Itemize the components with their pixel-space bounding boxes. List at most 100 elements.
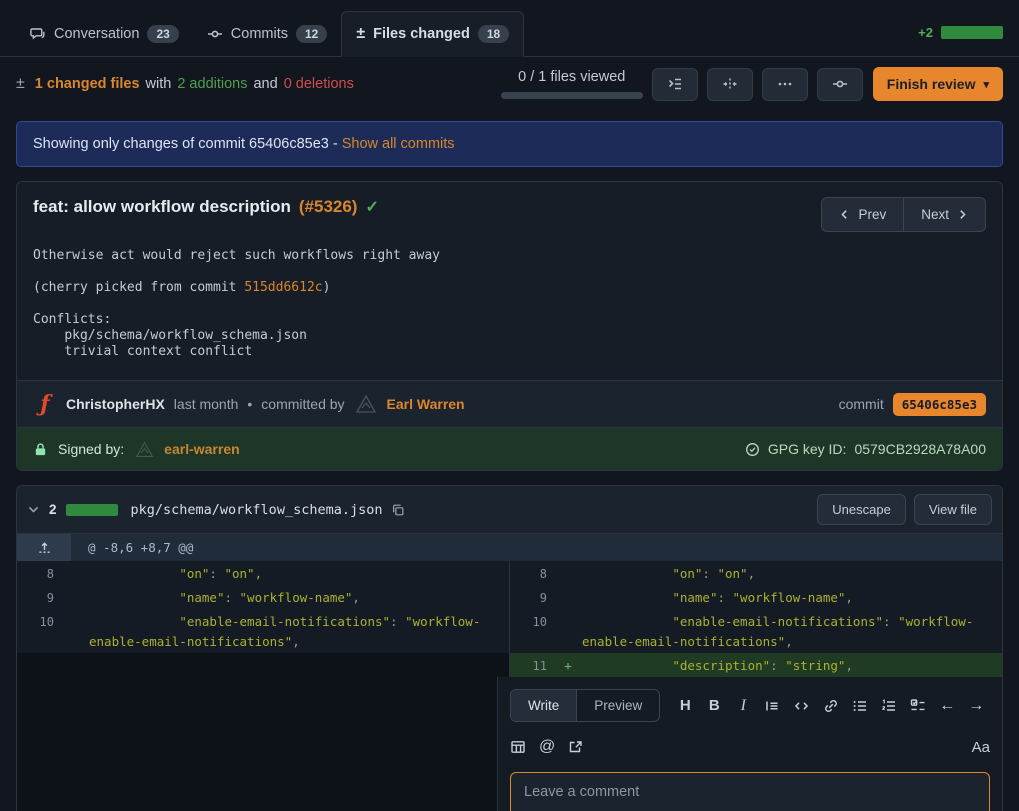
commit-filter-banner: Showing only changes of commit 65406c85e…: [16, 121, 1003, 167]
table-icon[interactable]: [510, 738, 526, 756]
redo-icon[interactable]: →: [968, 697, 984, 715]
file-diff-box: 2 pkg/schema/workflow_schema.json Unesca…: [16, 485, 1003, 811]
code-icon[interactable]: [793, 697, 810, 715]
heading-icon[interactable]: H: [677, 697, 693, 715]
reference-icon[interactable]: [568, 738, 584, 756]
tab-write[interactable]: Write: [511, 690, 576, 721]
list-ordered-icon[interactable]: [881, 697, 897, 715]
tab-conversation[interactable]: Conversation 23: [16, 12, 193, 56]
next-commit-button[interactable]: Next: [903, 197, 986, 232]
line-number[interactable]: 9: [17, 585, 63, 609]
committed-by-label: committed by: [261, 396, 344, 412]
commit-detail-box: feat: allow workflow description (#5326)…: [16, 181, 1003, 471]
diff-toolbar: ± 1 changed files with 2 additions and 0…: [0, 57, 1019, 113]
committer-avatar[interactable]: [354, 392, 378, 416]
file-tree-button[interactable]: [652, 68, 698, 101]
mention-icon[interactable]: @: [539, 738, 555, 756]
code-line[interactable]: "on": "on",: [580, 561, 1002, 585]
tab-files-changed[interactable]: ± Files changed 18: [341, 11, 524, 57]
code-segment: :: [770, 658, 785, 673]
changed-files-count: 1 changed files: [35, 76, 140, 92]
committer-name[interactable]: Earl Warren: [387, 396, 465, 412]
cherry-pick-commit-link[interactable]: 515dd6612c: [244, 280, 322, 295]
commits-count-badge: 12: [296, 25, 327, 43]
gpg-key-label: GPG key ID:: [768, 441, 847, 457]
files-viewed-label: 0 / 1 files viewed: [501, 69, 643, 85]
signer-avatar[interactable]: [134, 439, 154, 459]
ellipsis-button[interactable]: [762, 68, 808, 101]
deletions-count: 0 deletions: [284, 76, 354, 92]
commit-sha-badge[interactable]: 65406c85e3: [893, 393, 986, 416]
commit-graph-icon: [832, 76, 848, 92]
text-size-icon[interactable]: Aa: [972, 739, 990, 756]
code-segment: "on": [582, 566, 702, 581]
code-line[interactable]: "enable-email-notifications": "workflow-…: [87, 609, 509, 653]
line-number[interactable]: 9: [510, 585, 556, 609]
file-path[interactable]: pkg/schema/workflow_schema.json: [131, 502, 383, 518]
whitespace-button[interactable]: [707, 68, 753, 101]
code-segment: ,: [845, 658, 853, 673]
inline-comment-form: Write Preview HBI ← → @ Aa: [497, 677, 1002, 811]
author-name[interactable]: ChristopherHX: [66, 396, 165, 412]
copy-path-icon[interactable]: [391, 503, 405, 517]
editor-insert-icons: @: [510, 738, 584, 756]
line-number[interactable]: 11: [510, 653, 556, 677]
commit-body-line1: Otherwise act would reject such workflow…: [33, 248, 440, 263]
show-all-commits-link[interactable]: Show all commits: [342, 136, 455, 152]
bold-icon[interactable]: B: [706, 697, 722, 715]
whitespace-icon: [722, 76, 738, 92]
code-line[interactable]: "on": "on",: [87, 561, 509, 585]
code-segment: "workflow-name": [733, 590, 846, 605]
finish-review-button[interactable]: Finish review ▾: [873, 67, 1003, 101]
diff-line: 9 "name": "workflow-name",: [17, 585, 509, 609]
diff-icon: ±: [356, 25, 365, 43]
task-list-icon[interactable]: [910, 697, 926, 715]
commit-graph-button[interactable]: [817, 68, 863, 101]
diff-marker: [556, 609, 580, 653]
diff-left-empty-cell: [17, 677, 497, 811]
expand-up-icon[interactable]: [17, 534, 71, 561]
chevron-down-icon[interactable]: [27, 503, 40, 516]
mini-diffstat-bar: [941, 26, 1003, 39]
line-number[interactable]: 10: [17, 609, 63, 653]
code-segment: "description": [582, 658, 770, 673]
issue-reference-link[interactable]: (#5326): [299, 197, 358, 217]
prev-commit-button[interactable]: Prev: [821, 197, 903, 232]
editor-toolbar-row2: @ Aa: [510, 738, 990, 756]
code-segment: "enable-email-notifications": [582, 614, 883, 629]
file-tree-icon: [667, 76, 683, 92]
commit-body-paren: ): [323, 280, 331, 295]
code-segment: ,: [352, 590, 360, 605]
line-number[interactable]: 10: [510, 609, 556, 653]
code-segment: ,: [255, 566, 263, 581]
ellipsis-icon: [777, 76, 793, 92]
additions-count: 2 additions: [177, 76, 247, 92]
code-line[interactable]: "enable-email-notifications": "workflow-…: [580, 609, 1002, 653]
tab-commits[interactable]: Commits 12: [193, 12, 342, 56]
list-unordered-icon[interactable]: [852, 697, 868, 715]
undo-icon[interactable]: ←: [939, 697, 955, 715]
commit-label: commit: [839, 396, 884, 412]
tab-preview[interactable]: Preview: [576, 690, 659, 721]
author-avatar[interactable]: ƒ: [33, 392, 57, 416]
quote-icon[interactable]: [764, 697, 780, 715]
commit-status-check-icon[interactable]: ✓: [365, 197, 378, 217]
signer-name[interactable]: earl-warren: [164, 441, 239, 457]
diff-stat-icon: ±: [16, 75, 25, 93]
line-number[interactable]: 8: [510, 561, 556, 585]
code-line[interactable]: "name": "workflow-name",: [87, 585, 509, 609]
line-number[interactable]: 8: [17, 561, 63, 585]
link-icon[interactable]: [823, 697, 839, 715]
code-segment: "name": [582, 590, 717, 605]
comment-textarea[interactable]: [510, 772, 990, 811]
diff-marker: [63, 561, 87, 585]
view-file-button[interactable]: View file: [914, 494, 992, 525]
code-line[interactable]: "name": "workflow-name",: [580, 585, 1002, 609]
italic-icon[interactable]: I: [735, 697, 751, 715]
code-line[interactable]: "description": "string",: [580, 653, 1002, 677]
diff-row: 11+ "description": "string",: [17, 653, 1002, 677]
stat-with: with: [146, 76, 172, 92]
unescape-button[interactable]: Unescape: [817, 494, 906, 525]
commit-author-row: ƒ ChristopherHX last month • committed b…: [17, 380, 1002, 427]
finish-review-label: Finish review: [887, 76, 976, 92]
